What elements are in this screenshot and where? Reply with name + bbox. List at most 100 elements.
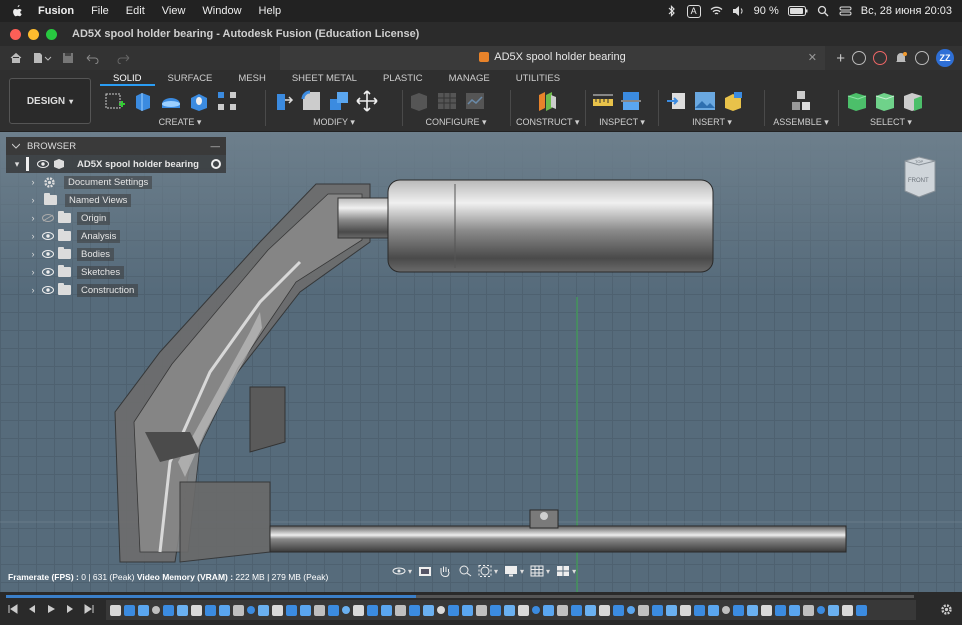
expand-chevron-icon[interactable]: › bbox=[28, 249, 38, 259]
orbit-icon[interactable] bbox=[392, 565, 406, 577]
menu-file[interactable]: File bbox=[91, 5, 109, 17]
extensions-icon[interactable] bbox=[852, 51, 866, 65]
timeline-feature-icon[interactable] bbox=[247, 606, 255, 614]
redo-icon[interactable] bbox=[114, 52, 134, 64]
timeline-feature-icon[interactable] bbox=[761, 604, 772, 616]
close-tab-icon[interactable]: ✕ bbox=[808, 51, 817, 64]
timeline-feature-icon[interactable] bbox=[409, 604, 420, 616]
timeline-scroll-thumb[interactable] bbox=[6, 595, 416, 598]
timeline-feature-icon[interactable] bbox=[272, 604, 283, 616]
select-body-icon[interactable] bbox=[874, 90, 896, 112]
configure-model-icon[interactable] bbox=[408, 90, 430, 112]
timeline-feature-icon[interactable] bbox=[856, 604, 867, 616]
zoom-icon[interactable] bbox=[458, 565, 472, 577]
menu-window[interactable]: Window bbox=[202, 5, 241, 17]
select-icon[interactable] bbox=[846, 90, 868, 112]
timeline-feature-icon[interactable] bbox=[328, 604, 339, 616]
step-back-icon[interactable] bbox=[27, 604, 37, 614]
configure-menu[interactable]: CONFIGURE bbox=[425, 117, 479, 127]
timeline-feature-icon[interactable] bbox=[627, 606, 635, 614]
browser-item-construction[interactable]: › Construction bbox=[6, 281, 226, 299]
step-forward-icon[interactable] bbox=[65, 604, 75, 614]
bearing-shaft[interactable] bbox=[337, 197, 389, 239]
timeline-feature-icon[interactable] bbox=[557, 604, 568, 616]
search-icon[interactable] bbox=[817, 5, 830, 17]
wifi-icon[interactable] bbox=[710, 5, 723, 17]
timeline-feature-icon[interactable] bbox=[666, 604, 677, 616]
chevron-down-icon[interactable]: ▾ bbox=[408, 567, 412, 576]
create-sketch-icon[interactable] bbox=[104, 90, 126, 112]
timeline-feature-icon[interactable] bbox=[110, 604, 121, 616]
grid-snaps-icon[interactable] bbox=[530, 565, 544, 577]
display-settings-icon[interactable] bbox=[504, 565, 518, 577]
job-status-icon[interactable] bbox=[873, 51, 887, 65]
collapse-arrows-icon[interactable] bbox=[12, 143, 20, 149]
timeline-feature-icon[interactable] bbox=[476, 604, 487, 616]
browser-item-sketches[interactable]: › Sketches bbox=[6, 263, 226, 281]
timeline-feature-icon[interactable] bbox=[490, 604, 501, 616]
menu-edit[interactable]: Edit bbox=[126, 5, 145, 17]
visibility-eye-icon[interactable] bbox=[42, 250, 54, 258]
insert-derive-icon[interactable] bbox=[666, 90, 688, 112]
expand-chevron-icon[interactable]: › bbox=[28, 285, 38, 295]
close-window-button[interactable] bbox=[10, 28, 21, 40]
user-avatar[interactable]: ZZ bbox=[936, 49, 954, 67]
timeline-feature-strip[interactable] bbox=[106, 600, 916, 620]
browser-root-item[interactable]: ▾ AD5X spool holder bearing bbox=[6, 155, 226, 173]
spool-holder-cylinder[interactable] bbox=[387, 179, 714, 273]
timeline-feature-icon[interactable] bbox=[613, 604, 624, 616]
battery-icon[interactable] bbox=[787, 5, 808, 17]
chevron-down-icon[interactable]: ▾ bbox=[546, 567, 550, 576]
browser-item-origin[interactable]: › Origin bbox=[6, 209, 226, 227]
timeline-feature-icon[interactable] bbox=[532, 606, 540, 614]
timeline-feature-icon[interactable] bbox=[504, 604, 515, 616]
assemble-menu[interactable]: ASSEMBLE bbox=[773, 117, 822, 127]
tab-plastic[interactable]: PLASTIC bbox=[370, 72, 436, 86]
tab-surface[interactable]: SURFACE bbox=[155, 72, 226, 86]
view-cube[interactable]: TOP FRONT bbox=[903, 155, 937, 199]
timeline-feature-icon[interactable] bbox=[138, 604, 149, 616]
timeline-feature-icon[interactable] bbox=[448, 604, 459, 616]
base-rail[interactable] bbox=[269, 525, 847, 553]
visibility-eye-icon[interactable] bbox=[42, 286, 54, 294]
insert-canvas-icon[interactable] bbox=[694, 90, 716, 112]
timeline-feature-icon[interactable] bbox=[300, 604, 311, 616]
control-center-icon[interactable] bbox=[839, 5, 852, 17]
home-icon[interactable] bbox=[10, 52, 22, 64]
fillet-icon[interactable] bbox=[300, 90, 322, 112]
timeline-feature-icon[interactable] bbox=[803, 604, 814, 616]
timeline-feature-icon[interactable] bbox=[638, 604, 649, 616]
expand-chevron-icon[interactable]: › bbox=[28, 177, 38, 187]
timeline-feature-icon[interactable] bbox=[437, 606, 445, 614]
insert-mcmaster-icon[interactable] bbox=[722, 90, 744, 112]
menu-view[interactable]: View bbox=[162, 5, 186, 17]
chevron-down-icon[interactable]: ▾ bbox=[572, 567, 576, 576]
go-to-end-icon[interactable] bbox=[84, 604, 94, 614]
viewports-icon[interactable] bbox=[556, 565, 570, 577]
timeline-feature-icon[interactable] bbox=[233, 604, 244, 616]
bluetooth-icon[interactable] bbox=[665, 5, 678, 17]
timeline-feature-icon[interactable] bbox=[733, 604, 744, 616]
file-menu-icon[interactable] bbox=[32, 52, 52, 64]
press-pull-icon[interactable] bbox=[272, 90, 294, 112]
timeline-feature-icon[interactable] bbox=[152, 606, 160, 614]
pan-hand-icon[interactable] bbox=[438, 565, 452, 577]
minimize-panel-icon[interactable]: — bbox=[211, 141, 221, 152]
timeline-feature-icon[interactable] bbox=[395, 604, 406, 616]
configuration-rules-icon[interactable] bbox=[464, 90, 486, 112]
browser-item-bodies[interactable]: › Bodies bbox=[6, 245, 226, 263]
timeline-feature-icon[interactable] bbox=[177, 604, 188, 616]
timeline-feature-icon[interactable] bbox=[775, 604, 786, 616]
timeline-feature-icon[interactable] bbox=[543, 604, 554, 616]
timeline-feature-icon[interactable] bbox=[680, 604, 691, 616]
timeline-feature-icon[interactable] bbox=[367, 604, 378, 616]
timeline-feature-icon[interactable] bbox=[842, 604, 853, 616]
expand-chevron-icon[interactable]: › bbox=[28, 231, 38, 241]
configuration-table-icon[interactable] bbox=[436, 90, 458, 112]
timeline-feature-icon[interactable] bbox=[747, 604, 758, 616]
collapse-chevron-icon[interactable]: ▾ bbox=[12, 159, 22, 170]
move-copy-icon[interactable] bbox=[356, 90, 378, 112]
visibility-eye-icon[interactable] bbox=[42, 268, 54, 276]
fit-icon[interactable] bbox=[478, 565, 492, 577]
timeline-feature-icon[interactable] bbox=[258, 604, 269, 616]
